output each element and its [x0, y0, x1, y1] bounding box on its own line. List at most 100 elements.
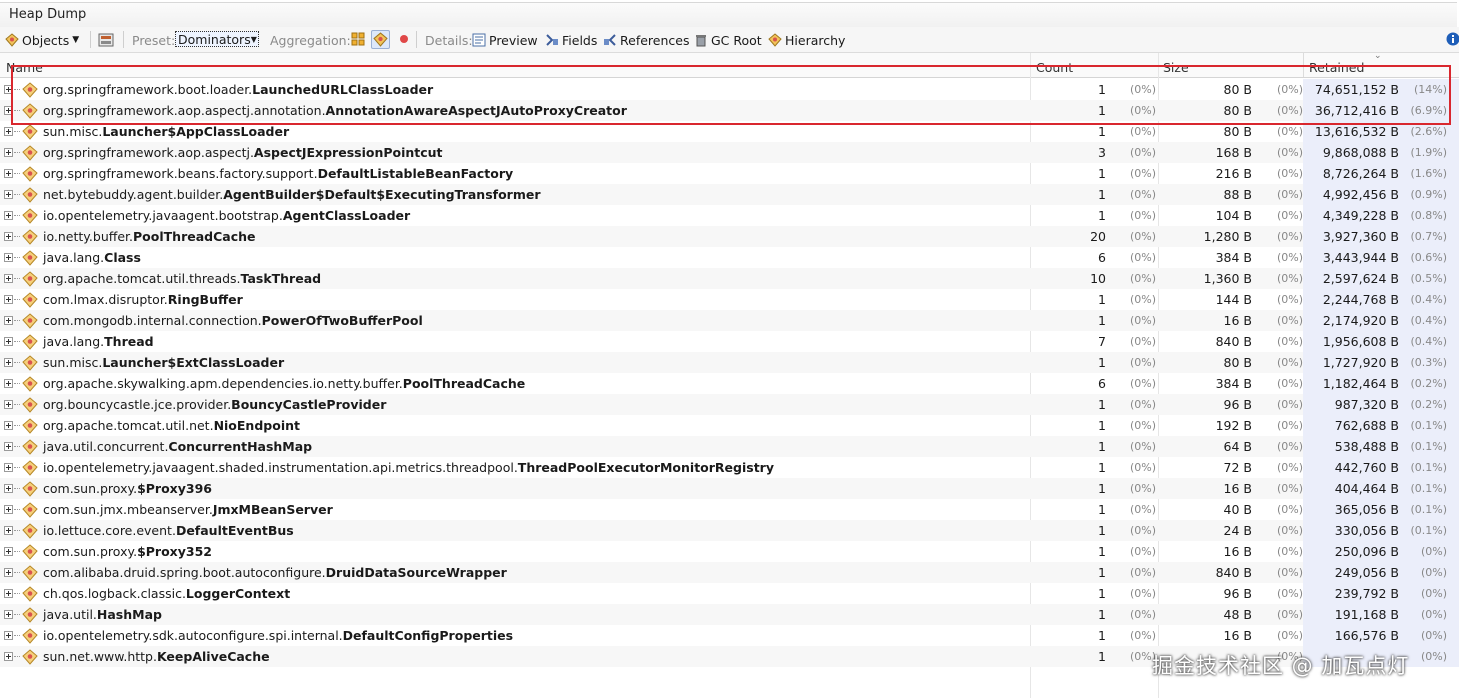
window-title: Heap Dump: [9, 7, 87, 22]
chevron-down-icon: ▼: [72, 35, 80, 45]
heap-snapshot-icon[interactable]: [98, 32, 114, 48]
count-percent: (0%): [1130, 545, 1157, 558]
size-percent: (0%): [1277, 419, 1304, 432]
expand-toggle-icon[interactable]: [4, 295, 13, 304]
info-icon[interactable]: [1446, 32, 1459, 46]
size-value: 16 B: [1223, 481, 1252, 496]
table-row[interactable]: java.lang.Class 6 (0%) 384 B (0%) 3,443,…: [0, 247, 1459, 268]
class-simple-name: AnnotationAwareAspectJAutoProxyCreator: [325, 103, 627, 118]
table-row[interactable]: java.util.HashMap 1 (0%) 48 B (0%) 191,1…: [0, 604, 1459, 625]
table-row[interactable]: java.util.concurrent.ConcurrentHashMap 1…: [0, 436, 1459, 457]
package-name: sun.misc.: [43, 355, 103, 370]
expand-toggle-icon[interactable]: [4, 253, 13, 262]
expand-toggle-icon[interactable]: [4, 274, 13, 283]
table-row[interactable]: com.sun.proxy.$Proxy396 1 (0%) 16 B (0%)…: [0, 478, 1459, 499]
table-row[interactable]: io.netty.buffer.PoolThreadCache 20 (0%) …: [0, 226, 1459, 247]
expand-toggle-icon[interactable]: [4, 568, 13, 577]
retained-percent: (6.9%): [1410, 104, 1447, 117]
preview-button[interactable]: Preview: [472, 31, 538, 49]
class-name: org.apache.skywalking.apm.dependencies.i…: [43, 376, 525, 391]
expand-toggle-icon[interactable]: [4, 148, 13, 157]
expand-toggle-icon[interactable]: [4, 316, 13, 325]
expand-toggle-icon[interactable]: [4, 526, 13, 535]
expand-toggle-icon[interactable]: [4, 106, 13, 115]
class-aggregation-toggle[interactable]: [371, 30, 390, 49]
table-row[interactable]: io.opentelemetry.sdk.autoconfigure.spi.i…: [0, 625, 1459, 646]
count-value: 7: [1098, 334, 1106, 349]
table-row[interactable]: ch.qos.logback.classic.LoggerContext 1 (…: [0, 583, 1459, 604]
preset-select[interactable]: Dominators ▼: [175, 31, 259, 47]
gc-root-button[interactable]: GC Root: [694, 31, 762, 49]
table-row[interactable]: org.springframework.aop.aspectj.annotati…: [0, 100, 1459, 121]
column-header-count[interactable]: Count: [1036, 60, 1073, 75]
table-row[interactable]: com.sun.proxy.$Proxy352 1 (0%) 16 B (0%)…: [0, 541, 1459, 562]
class-simple-name: BouncyCastleProvider: [231, 397, 387, 412]
expand-toggle-icon[interactable]: [4, 379, 13, 388]
table-row[interactable]: org.apache.tomcat.util.threads.TaskThrea…: [0, 268, 1459, 289]
objects-icon: [5, 33, 19, 47]
expand-toggle-icon[interactable]: [4, 85, 13, 94]
table-row[interactable]: org.springframework.beans.factory.suppor…: [0, 163, 1459, 184]
expand-toggle-icon[interactable]: [4, 652, 13, 661]
expand-toggle-icon[interactable]: [4, 631, 13, 640]
table-row[interactable]: com.lmax.disruptor.RingBuffer 1 (0%) 144…: [0, 289, 1459, 310]
references-button[interactable]: References: [603, 31, 689, 49]
expand-toggle-icon[interactable]: [4, 211, 13, 220]
column-header-retained[interactable]: Retained: [1309, 60, 1364, 75]
expand-toggle-icon[interactable]: [4, 337, 13, 346]
expand-toggle-icon[interactable]: [4, 505, 13, 514]
table-row[interactable]: java.lang.Thread 7 (0%) 840 B (0%) 1,956…: [0, 331, 1459, 352]
expand-toggle-icon[interactable]: [4, 400, 13, 409]
package-aggregation-icon[interactable]: [351, 32, 365, 46]
expand-toggle-icon[interactable]: [4, 589, 13, 598]
expand-toggle-icon[interactable]: [4, 190, 13, 199]
table-row[interactable]: io.opentelemetry.javaagent.bootstrap.Age…: [0, 205, 1459, 226]
table-row[interactable]: sun.misc.Launcher$AppClassLoader 1 (0%) …: [0, 121, 1459, 142]
retained-value: 538,488 B: [1334, 439, 1399, 454]
size-percent: (0%): [1277, 335, 1304, 348]
expand-toggle-icon[interactable]: [4, 169, 13, 178]
column-header-size[interactable]: Size: [1163, 60, 1189, 75]
tree-connector: [14, 572, 20, 573]
table-row[interactable]: sun.misc.Launcher$ExtClassLoader 1 (0%) …: [0, 352, 1459, 373]
count-value: 1: [1098, 187, 1106, 202]
expand-toggle-icon[interactable]: [4, 463, 13, 472]
objects-dropdown[interactable]: Objects ▼: [5, 31, 79, 49]
table-row[interactable]: org.bouncycastle.jce.provider.BouncyCast…: [0, 394, 1459, 415]
expand-toggle-icon[interactable]: [4, 547, 13, 556]
instance-aggregation-icon[interactable]: [398, 33, 410, 45]
expand-toggle-icon[interactable]: [4, 232, 13, 241]
retained-percent: (0.1%): [1410, 482, 1447, 495]
class-icon: [22, 439, 38, 455]
retained-percent: (0.2%): [1410, 398, 1447, 411]
table-row[interactable]: org.apache.tomcat.util.net.NioEndpoint 1…: [0, 415, 1459, 436]
fields-button[interactable]: Fields: [545, 31, 597, 49]
table-row[interactable]: com.mongodb.internal.connection.PowerOfT…: [0, 310, 1459, 331]
table-row[interactable]: org.springframework.aop.aspectj.AspectJE…: [0, 142, 1459, 163]
count-percent: (0%): [1130, 398, 1157, 411]
class-icon: [22, 271, 38, 287]
table-row[interactable]: org.springframework.boot.loader.Launched…: [0, 79, 1459, 100]
toolbar-separator: [123, 31, 124, 48]
table-row[interactable]: io.lettuce.core.event.DefaultEventBus 1 …: [0, 520, 1459, 541]
expand-toggle-icon[interactable]: [4, 610, 13, 619]
table-row[interactable]: net.bytebuddy.agent.builder.AgentBuilder…: [0, 184, 1459, 205]
expand-toggle-icon[interactable]: [4, 421, 13, 430]
table-row[interactable]: io.opentelemetry.javaagent.shaded.instru…: [0, 457, 1459, 478]
column-header-name[interactable]: Name: [6, 60, 43, 75]
expand-toggle-icon[interactable]: [4, 358, 13, 367]
class-icon: [22, 376, 38, 392]
table-row[interactable]: com.alibaba.druid.spring.boot.autoconfig…: [0, 562, 1459, 583]
size-percent: (0%): [1277, 314, 1304, 327]
count-percent: (0%): [1130, 293, 1157, 306]
expand-toggle-icon[interactable]: [4, 127, 13, 136]
hierarchy-button[interactable]: Hierarchy: [768, 31, 845, 49]
column-divider[interactable]: [1303, 53, 1304, 77]
expand-toggle-icon[interactable]: [4, 442, 13, 451]
table-row[interactable]: org.apache.skywalking.apm.dependencies.i…: [0, 373, 1459, 394]
expand-toggle-icon[interactable]: [4, 484, 13, 493]
tree-connector: [14, 257, 20, 258]
count-percent: (0%): [1130, 608, 1157, 621]
table-row[interactable]: com.sun.jmx.mbeanserver.JmxMBeanServer 1…: [0, 499, 1459, 520]
hierarchy-icon: [768, 33, 782, 47]
